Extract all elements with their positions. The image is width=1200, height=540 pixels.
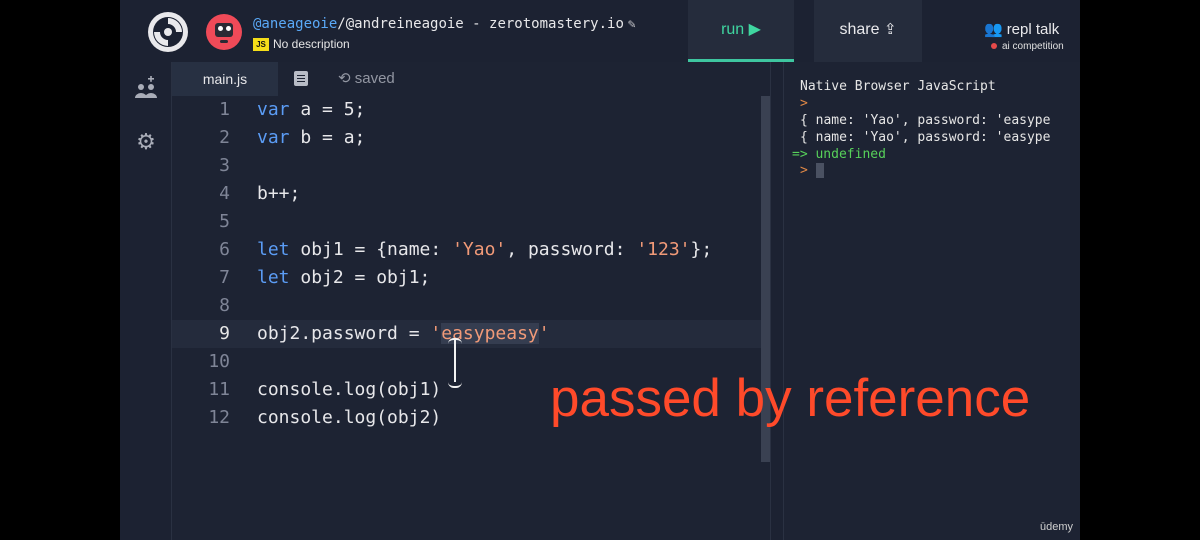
- console-prompt-icon: >: [800, 163, 808, 178]
- code-rest: b = a;: [289, 127, 366, 148]
- line-number: 6: [219, 239, 230, 260]
- line-number: 8: [219, 295, 230, 316]
- repl-app: @aneageoie/@andreineagoie - zerotomaster…: [120, 0, 1080, 540]
- code-line-active[interactable]: 9 obj2.password = 'easypeasy': [172, 320, 770, 348]
- code-text: let obj1 = {name: 'Yao', password: '123'…: [257, 236, 712, 264]
- saved-label: saved: [354, 70, 395, 87]
- line-number: 11: [208, 379, 230, 400]
- code-part: console.: [257, 379, 344, 400]
- code-line[interactable]: 2 var b = a;: [172, 124, 770, 152]
- function-name: log: [343, 379, 377, 400]
- code-line[interactable]: 8: [172, 292, 770, 320]
- string-literal: 'Yao': [452, 239, 507, 260]
- string-quote: ': [430, 323, 442, 344]
- settings-gear-icon[interactable]: ⚙: [132, 128, 160, 156]
- share-label: share: [839, 21, 880, 38]
- live-dot-icon: [991, 43, 997, 50]
- edit-pencil-icon[interactable]: ✎: [628, 17, 636, 32]
- code-rest: obj2 = obj1;: [289, 267, 431, 288]
- code-text: b++;: [257, 183, 301, 204]
- code-line[interactable]: 1 var a = 5;: [172, 96, 770, 124]
- share-button[interactable]: share ⇪: [814, 0, 922, 62]
- code-editor[interactable]: 1 var a = 5; 2 var b = a; 3 4 b++; 5 6 let o…: [172, 96, 770, 540]
- run-button[interactable]: run ▶: [688, 0, 794, 62]
- code-part: , password:: [506, 239, 637, 260]
- console-title: Native Browser JavaScript: [800, 79, 996, 94]
- ai-competition-label: ai competition: [1002, 41, 1064, 52]
- line-number: 10: [208, 351, 230, 372]
- result-value: undefined: [815, 147, 886, 162]
- repl-title[interactable]: @aneageoie/@andreineagoie - zerotomaster…: [253, 16, 636, 32]
- code-line[interactable]: 4 b++;: [172, 180, 770, 208]
- code-part: (obj2): [376, 407, 442, 428]
- code-part: console.: [257, 407, 344, 428]
- code-line[interactable]: 7 let obj2 = obj1;: [172, 264, 770, 292]
- avatar-eye: [218, 26, 223, 31]
- left-sidebar: ⚙: [120, 62, 172, 540]
- repl-name: /@andreineagoie - zerotomastery.io: [337, 16, 624, 32]
- console-output-line: { name: 'Yao', password: 'easype: [800, 130, 1051, 145]
- add-user-icon[interactable]: [132, 75, 160, 104]
- history-icon: ⟲: [338, 70, 351, 87]
- code-line[interactable]: 6 let obj1 = {name: 'Yao', password: '123…: [172, 236, 770, 264]
- text-cursor-icon: [448, 338, 462, 388]
- code-text: console.log(obj1): [257, 376, 441, 404]
- console-pane[interactable]: Native Browser JavaScript > { name: 'Yao…: [784, 62, 1080, 540]
- string-quote: ': [538, 323, 550, 344]
- code-text: let obj2 = obj1;: [257, 264, 430, 292]
- javascript-lang-icon: JS: [253, 38, 269, 52]
- console-caret: [815, 163, 824, 178]
- line-number: 12: [208, 407, 230, 428]
- line-number: 3: [219, 155, 230, 176]
- line-number: 4: [219, 183, 230, 204]
- avatar-eye: [226, 26, 231, 31]
- pane-resize-handle[interactable]: [770, 62, 784, 540]
- code-line[interactable]: 3: [172, 152, 770, 180]
- user-avatar[interactable]: [206, 14, 242, 50]
- udemy-watermark: ūdemy: [1040, 521, 1074, 533]
- console-result-line: => undefined: [792, 147, 886, 162]
- description-text: No description: [273, 37, 350, 51]
- console-output-line: { name: 'Yao', password: 'easype: [800, 113, 1051, 128]
- line-number: 5: [219, 211, 230, 232]
- repl-description[interactable]: JS No description: [253, 37, 350, 52]
- editor-tab-bar: main.js ⟲ saved: [172, 62, 770, 96]
- caption-overlay: passed by reference: [550, 369, 1031, 428]
- result-arrow: =>: [792, 147, 808, 162]
- function-name: log: [343, 407, 377, 428]
- console-input-line[interactable]: >: [800, 163, 824, 178]
- code-text: var a = 5;: [257, 96, 365, 124]
- line-number: 2: [219, 127, 230, 148]
- line-number: 1: [219, 99, 230, 120]
- avatar-mouth: [220, 40, 228, 43]
- header-bar: @aneageoie/@andreineagoie - zerotomaster…: [120, 0, 1080, 62]
- code-text: obj2.password = 'easypeasy': [257, 320, 550, 348]
- code-text: console.log(obj2): [257, 404, 441, 432]
- line-number: 7: [219, 267, 230, 288]
- replit-logo-icon[interactable]: [146, 10, 190, 54]
- code-part: (obj1): [376, 379, 442, 400]
- keyword: let: [257, 267, 290, 288]
- saved-status: ⟲ saved: [338, 69, 395, 87]
- string-literal: '123': [636, 239, 691, 260]
- repl-talk-label: repl talk: [1006, 21, 1060, 38]
- ai-competition-link[interactable]: ai competition: [991, 41, 1064, 52]
- keyword: var: [257, 127, 290, 148]
- owner-username-link[interactable]: @aneageoie: [253, 16, 337, 32]
- share-icon: ⇪: [883, 21, 897, 38]
- console-prompt-icon: >: [800, 96, 808, 111]
- code-part: obj2.password =: [257, 323, 431, 344]
- users-icon: 👥: [984, 21, 1003, 38]
- keyword: var: [257, 99, 290, 120]
- tab-main-js[interactable]: main.js: [172, 62, 278, 96]
- code-rest: a = 5;: [289, 99, 366, 120]
- code-part: };: [690, 239, 713, 260]
- repl-talk-link[interactable]: 👥 repl talk: [984, 20, 1059, 39]
- code-part: obj1 = {name:: [289, 239, 453, 260]
- code-text: var b = a;: [257, 124, 365, 152]
- line-number: 9: [219, 323, 230, 344]
- keyword: let: [257, 239, 290, 260]
- code-line[interactable]: 5: [172, 208, 770, 236]
- files-icon[interactable]: [294, 71, 308, 86]
